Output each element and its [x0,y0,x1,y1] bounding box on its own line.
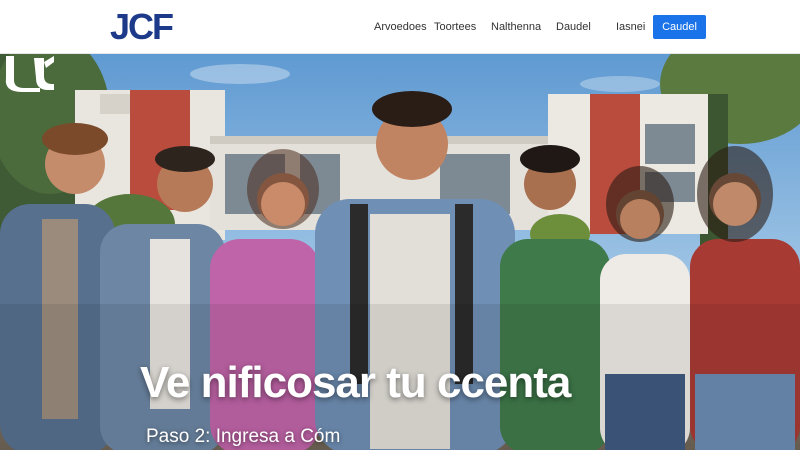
brand-mark-icon [5,56,54,92]
nav-item-1[interactable]: Arvoedoes [374,20,427,34]
cta-button[interactable]: Caudel [653,15,706,39]
brand-logo[interactable]: JCF [110,8,174,46]
nav-item-2[interactable]: Toortees [434,20,476,34]
hero-banner: Ve nificosar tu ccenta Paso 2: Ingresa a… [0,54,800,450]
nav-item-3[interactable]: Nalthenna [491,20,541,34]
site-header: JCF Arvoedoes Toortees Nalthenna Daudel … [0,0,800,54]
nav-item-4[interactable]: Daudel [556,20,591,34]
hero-subline: Paso 2: Ingresa a Cóm [146,426,341,447]
hero-headline: Ve nificosar tu ccenta [140,358,571,407]
nav-item-5[interactable]: Iasnei [616,20,645,34]
